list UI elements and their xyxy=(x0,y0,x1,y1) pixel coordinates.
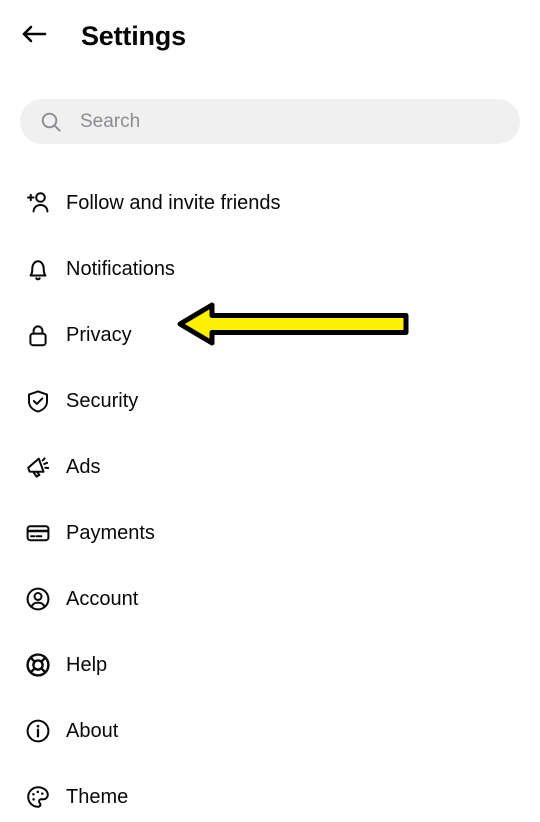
settings-screen: Settings Follow and invite friends xyxy=(0,0,540,822)
lifebuoy-icon xyxy=(22,649,54,681)
palette-icon xyxy=(22,781,54,813)
header-bar: Settings xyxy=(0,0,540,72)
search-input[interactable] xyxy=(80,110,460,133)
settings-row-label: Privacy xyxy=(66,323,132,346)
settings-row-notifications[interactable]: Notifications xyxy=(0,236,540,302)
settings-row-label: Help xyxy=(66,653,108,676)
settings-row-label: Theme xyxy=(66,785,129,808)
info-circle-icon xyxy=(22,715,54,747)
settings-row-follow-and-invite-friends[interactable]: Follow and invite friends xyxy=(0,170,540,236)
settings-row-about[interactable]: About xyxy=(0,698,540,764)
settings-row-help[interactable]: Help xyxy=(0,632,540,698)
add-person-icon xyxy=(22,187,54,219)
settings-row-security[interactable]: Security xyxy=(0,368,540,434)
settings-row-theme[interactable]: Theme xyxy=(0,764,540,822)
search-icon xyxy=(40,111,62,133)
lock-icon xyxy=(22,319,54,351)
arrow-left-icon xyxy=(17,17,51,56)
settings-row-label: About xyxy=(66,719,119,742)
bell-icon xyxy=(22,253,54,285)
settings-list: Follow and invite friends Notifications … xyxy=(0,170,540,822)
search-bar[interactable] xyxy=(20,99,520,144)
back-button[interactable] xyxy=(8,10,60,62)
settings-row-label: Follow and invite friends xyxy=(66,191,281,214)
settings-row-label: Ads xyxy=(66,455,101,478)
shield-check-icon xyxy=(22,385,54,417)
settings-row-label: Account xyxy=(66,587,139,610)
user-circle-icon xyxy=(22,583,54,615)
settings-row-label: Security xyxy=(66,389,139,412)
page-title: Settings xyxy=(81,20,186,51)
credit-card-icon xyxy=(22,517,54,549)
settings-row-label: Notifications xyxy=(66,257,175,280)
settings-row-privacy[interactable]: Privacy xyxy=(0,302,540,368)
settings-row-ads[interactable]: Ads xyxy=(0,434,540,500)
settings-row-account[interactable]: Account xyxy=(0,566,540,632)
settings-row-label: Payments xyxy=(66,521,155,544)
settings-row-payments[interactable]: Payments xyxy=(0,500,540,566)
megaphone-icon xyxy=(22,451,54,483)
